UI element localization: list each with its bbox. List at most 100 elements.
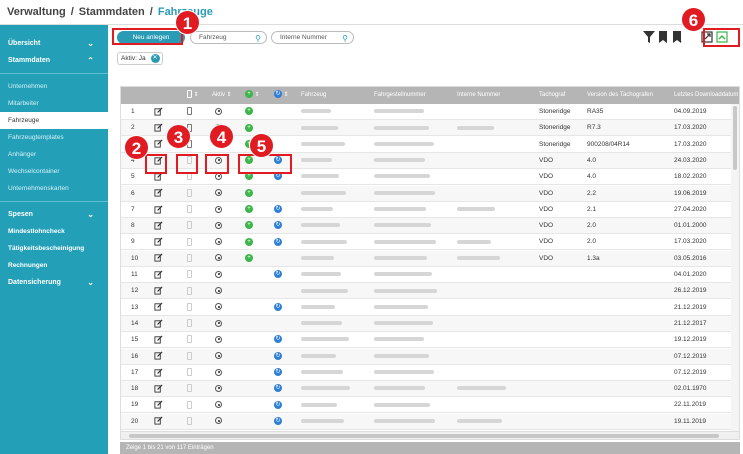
sync-icon[interactable]: ↻ — [274, 397, 282, 413]
table-row[interactable]: 18 ↻ 02.01.1970 — [121, 381, 739, 398]
table-row[interactable]: 14 21.12.2017 — [121, 315, 739, 332]
table-row[interactable]: 1 + Stoneridge RA35 04.09.2019 — [121, 104, 739, 120]
column-header-add[interactable]: + ⇕ — [245, 87, 260, 104]
table-row[interactable]: 6 + VDO 2.2 19.06.2019 — [121, 185, 739, 202]
edit-icon[interactable] — [154, 332, 163, 348]
sidebar-item-taetigkeitsbescheinigung[interactable]: Tätigkeitsbescheinigung — [0, 240, 108, 257]
edit-icon[interactable] — [154, 137, 163, 153]
active-radio[interactable] — [215, 104, 222, 120]
plus-circle-icon[interactable]: + — [245, 234, 253, 250]
table-row[interactable]: 9 + ↻ VDO 2.0 17.03.2020 — [121, 234, 739, 251]
edit-icon[interactable] — [154, 349, 163, 365]
table-row[interactable]: 20 ↻ 19.11.2019 — [121, 413, 739, 430]
active-radio[interactable] — [215, 234, 222, 250]
sidebar-item-rechnungen[interactable]: Rechnungen — [0, 257, 108, 274]
search-fahrzeug-input[interactable]: Fahrzeug ⚲ — [190, 31, 267, 44]
sidebar-section-stammdaten[interactable]: Stammdaten ⌃ — [0, 52, 108, 69]
edit-icon[interactable] — [154, 120, 163, 136]
table-row[interactable]: 17 ↻ 07.12.2019 — [121, 365, 739, 381]
active-radio[interactable] — [215, 349, 222, 365]
sync-icon[interactable]: ↻ — [274, 202, 282, 218]
active-radio[interactable] — [215, 381, 222, 397]
sync-icon[interactable]: ↻ — [274, 300, 282, 316]
sidebar-item-mindestlohncheck[interactable]: Mindestlohncheck — [0, 223, 108, 240]
edit-icon[interactable] — [154, 316, 163, 332]
active-radio[interactable] — [215, 251, 222, 267]
active-radio[interactable] — [215, 283, 222, 299]
scroll-thumb[interactable] — [129, 434, 719, 438]
horizontal-scrollbar[interactable] — [121, 431, 739, 439]
plus-circle-icon[interactable]: + — [245, 186, 253, 202]
bookmark-add-icon[interactable]: + — [671, 30, 683, 44]
phone-icon[interactable] — [187, 365, 192, 381]
active-radio[interactable] — [215, 300, 222, 316]
edit-icon[interactable] — [154, 104, 163, 120]
column-header-version[interactable]: Version des Tachografen — [587, 87, 653, 104]
edit-icon[interactable] — [154, 218, 163, 234]
edit-icon[interactable] — [154, 186, 163, 202]
plus-circle-icon[interactable]: + — [245, 104, 253, 120]
table-row[interactable]: 7 + ↻ VDO 2.1 27.04.2020 — [121, 202, 739, 218]
plus-circle-icon[interactable]: + — [245, 120, 253, 136]
phone-icon[interactable] — [187, 414, 192, 430]
column-header-fahrgestellnummer[interactable]: Fahrgestellnummer — [374, 87, 426, 104]
sidebar-section-uebersicht[interactable]: Übersicht ⌄ — [0, 35, 108, 52]
active-radio[interactable] — [215, 267, 222, 283]
column-header-aktiv[interactable]: Aktiv ⇕ — [212, 87, 232, 104]
table-row[interactable]: 16 ↻ 07.12.2019 — [121, 348, 739, 365]
sidebar-item-wechselcontainer[interactable]: Wechselcontainer — [0, 163, 108, 180]
column-header-interne-nummer[interactable]: Interne Nummer — [457, 87, 500, 104]
column-header-download[interactable]: Letztes Downloaddatum — [674, 87, 738, 104]
phone-icon[interactable] — [187, 397, 192, 413]
plus-circle-icon[interactable]: + — [245, 218, 253, 234]
active-radio[interactable] — [215, 316, 222, 332]
sidebar-item-fahrzeuge[interactable]: Fahrzeuge — [0, 112, 108, 129]
phone-icon[interactable] — [187, 316, 192, 332]
scroll-thumb[interactable] — [733, 106, 737, 170]
edit-icon[interactable] — [154, 202, 163, 218]
sidebar-item-mitarbeiter[interactable]: Mitarbeiter — [0, 95, 108, 112]
sync-icon[interactable]: ↻ — [274, 365, 282, 381]
edit-icon[interactable] — [154, 267, 163, 283]
sidebar-item-anhaenger[interactable]: Anhänger — [0, 146, 108, 163]
active-radio[interactable] — [215, 332, 222, 348]
edit-icon[interactable] — [154, 414, 163, 430]
table-row[interactable]: 19 ↻ 22.11.2019 — [121, 397, 739, 414]
phone-icon[interactable] — [187, 349, 192, 365]
sync-icon[interactable]: ↻ — [274, 349, 282, 365]
edit-icon[interactable] — [154, 381, 163, 397]
phone-icon[interactable] — [187, 332, 192, 348]
column-header-fahrzeug[interactable]: Fahrzeug — [301, 87, 326, 104]
breadcrumb-item-verwaltung[interactable]: Verwaltung — [7, 6, 66, 18]
search-intern-input[interactable]: Interne Nummer ⚲ — [271, 31, 354, 44]
table-row[interactable]: 13 ↻ 21.12.2019 — [121, 300, 739, 316]
sidebar-section-datensicherung[interactable]: Datensicherung ⌄ — [0, 274, 108, 291]
sidebar-item-fahrzeugtemplates[interactable]: Fahrzeugtemplates — [0, 129, 108, 146]
phone-icon[interactable] — [187, 104, 192, 120]
phone-icon[interactable] — [187, 300, 192, 316]
table-row[interactable]: 11 ↻ 04.01.2020 — [121, 267, 739, 283]
table-row[interactable]: 15 ↻ 19.12.2019 — [121, 332, 739, 349]
edit-icon[interactable] — [154, 251, 163, 267]
column-header-tachograf[interactable]: Tachograf — [539, 87, 565, 104]
vertical-scrollbar[interactable] — [731, 104, 739, 433]
plus-circle-icon[interactable]: + — [245, 251, 253, 267]
phone-icon[interactable] — [187, 267, 192, 283]
table-row[interactable]: 10 + VDO 1.3a 03.05.2016 — [121, 250, 739, 267]
sync-icon[interactable]: ↻ — [274, 414, 282, 430]
active-radio[interactable] — [215, 186, 222, 202]
sync-icon[interactable]: ↻ — [274, 234, 282, 250]
phone-icon[interactable] — [187, 283, 192, 299]
sidebar-section-spesen[interactable]: Spesen ⌄ — [0, 206, 108, 223]
edit-icon[interactable] — [154, 397, 163, 413]
active-radio[interactable] — [215, 218, 222, 234]
filter-icon[interactable] — [643, 30, 655, 44]
edit-icon[interactable] — [154, 365, 163, 381]
phone-icon[interactable] — [187, 381, 192, 397]
active-radio[interactable] — [215, 202, 222, 218]
phone-icon[interactable] — [187, 251, 192, 267]
active-radio[interactable] — [215, 414, 222, 430]
column-header-sync[interactable]: ↻ ⇕ — [274, 87, 289, 104]
phone-icon[interactable] — [187, 186, 192, 202]
sidebar-item-unternehmen[interactable]: Unternehmen — [0, 78, 108, 95]
